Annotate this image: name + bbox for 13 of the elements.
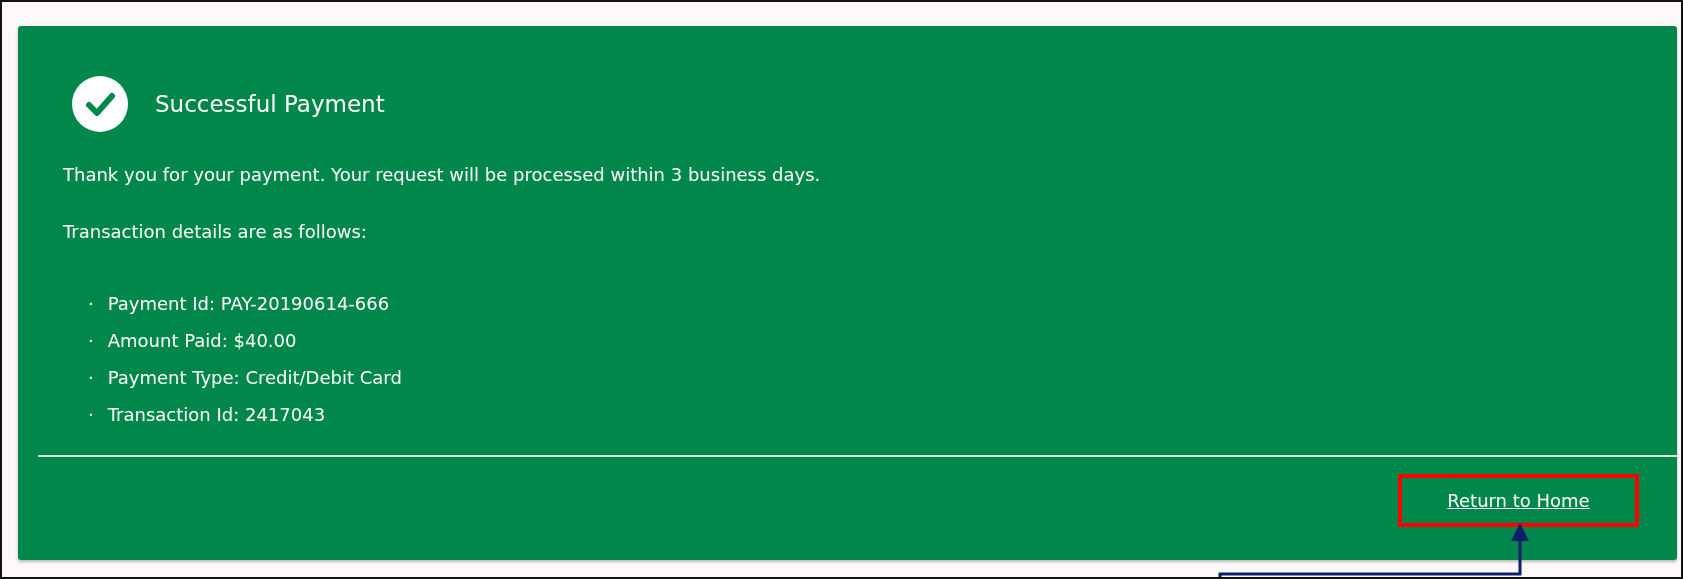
confirmation-message: Thank you for your payment. Your request will be processed within 3 business days. [63,163,822,187]
detail-text: Amount Paid: $40.00 [107,330,297,351]
detail-text: Transaction Id: 2417043 [107,404,326,425]
check-circle-icon [72,76,128,132]
detail-text: Payment Id: PAY-20190614-666 [107,293,390,314]
card-title: Successful Payment [155,91,385,117]
detail-text: Payment Type: Credit/Debit Card [107,367,402,388]
bullet: · [88,293,94,314]
bullet: · [88,404,94,425]
bullet: · [88,367,94,388]
return-home-link[interactable]: Return to Home [1447,490,1590,511]
details-intro: Transaction details are as follows: [63,220,368,244]
bullet: · [88,330,94,351]
